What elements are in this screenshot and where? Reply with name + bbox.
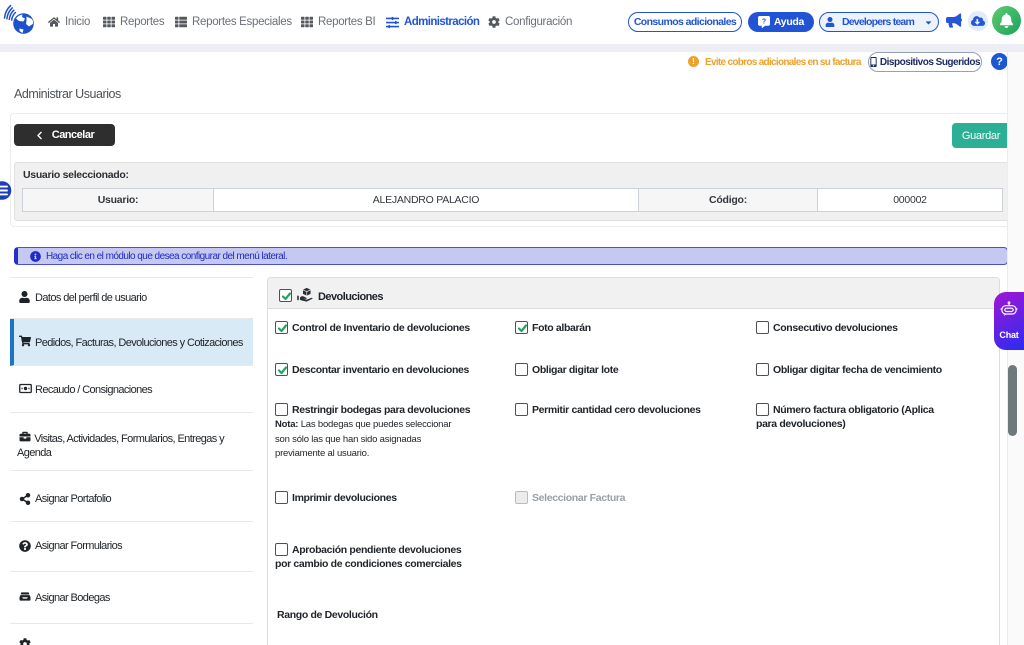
svg-text:?: ? <box>762 19 766 26</box>
